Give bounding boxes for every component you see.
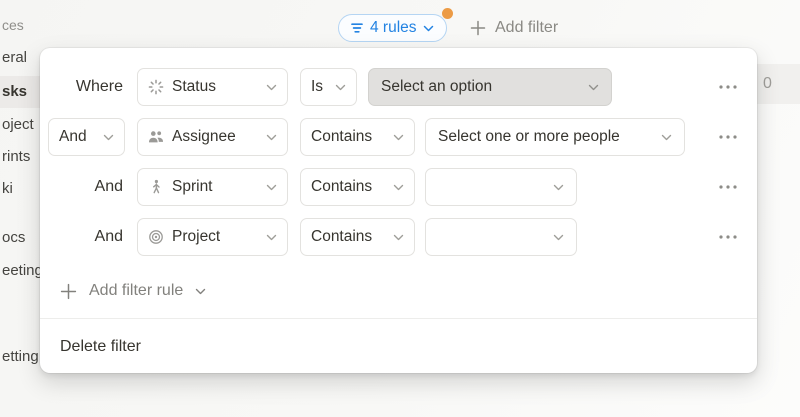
assignee-icon xyxy=(148,129,164,145)
chevron-down-icon xyxy=(195,282,206,300)
property-select[interactable]: Assignee xyxy=(137,118,288,156)
operator-select[interactable]: Contains xyxy=(300,168,415,206)
row-menu-button[interactable] xyxy=(710,218,746,256)
property-label: Status xyxy=(172,78,216,96)
panel-divider xyxy=(40,318,757,319)
plus-icon xyxy=(470,20,486,36)
chevron-down-icon xyxy=(553,228,564,246)
filter-lines-icon xyxy=(350,22,364,34)
rules-button-label: 4 rules xyxy=(370,19,417,37)
sidebar-item[interactable]: oject xyxy=(2,115,34,135)
sidebar-item[interactable]: ces xyxy=(2,15,24,35)
plus-icon xyxy=(60,283,77,300)
ellipsis-icon xyxy=(719,85,737,89)
chevron-down-icon xyxy=(266,128,277,146)
row-menu-button[interactable] xyxy=(710,118,746,156)
ellipsis-icon xyxy=(719,135,737,139)
value-placeholder: Select an option xyxy=(381,78,492,96)
connector-label: And xyxy=(48,218,125,256)
notification-dot xyxy=(442,8,453,19)
add-filter-label: Add filter xyxy=(495,19,558,37)
status-icon xyxy=(148,79,164,95)
filter-panel: Where Status Is Select an option xyxy=(40,48,757,373)
chevron-down-icon xyxy=(266,78,277,96)
delete-filter-button[interactable]: Delete filter xyxy=(40,328,757,366)
operator-select[interactable]: Contains xyxy=(300,218,415,256)
sidebar-item[interactable]: eral xyxy=(2,48,27,68)
property-select[interactable]: Status xyxy=(137,68,288,106)
value-select[interactable]: Select one or more people xyxy=(425,118,685,156)
add-filter-button[interactable]: Add filter xyxy=(470,14,558,42)
chevron-down-icon xyxy=(393,228,404,246)
value-select[interactable]: Select an option xyxy=(368,68,612,106)
property-label: Project xyxy=(172,228,220,246)
chevron-down-icon xyxy=(266,178,277,196)
sidebar-item[interactable]: eeting xyxy=(2,261,43,281)
chevron-down-icon xyxy=(423,25,434,32)
row-menu-button[interactable] xyxy=(710,68,746,106)
sidebar-item[interactable]: etting xyxy=(2,347,39,367)
value-select[interactable] xyxy=(425,218,577,256)
chevron-down-icon xyxy=(103,128,114,146)
sidebar-item-tasks[interactable]: sks xyxy=(2,82,27,102)
filter-row: And Sprint Contains xyxy=(40,168,757,206)
ellipsis-icon xyxy=(719,235,737,239)
value-placeholder: Select one or more people xyxy=(438,128,620,146)
ellipsis-icon xyxy=(719,185,737,189)
add-filter-rule-label: Add filter rule xyxy=(89,282,183,300)
property-label: Sprint xyxy=(172,178,213,196)
connector-label: And xyxy=(59,128,87,146)
filter-row: And Assignee Contains xyxy=(40,118,757,156)
operator-label: Contains xyxy=(311,228,372,246)
chevron-down-icon xyxy=(661,128,672,146)
property-select[interactable]: Project xyxy=(137,218,288,256)
operator-select[interactable]: Is xyxy=(300,68,357,106)
project-icon xyxy=(148,229,164,245)
chevron-down-icon xyxy=(393,178,404,196)
sidebar-item[interactable]: ki xyxy=(2,179,13,199)
property-select[interactable]: Sprint xyxy=(137,168,288,206)
operator-select[interactable]: Contains xyxy=(300,118,415,156)
filter-row: And Project Contains xyxy=(40,218,757,256)
operator-label: Contains xyxy=(311,178,372,196)
app-window: ces eral sks oject rints ki ocs eeting e… xyxy=(0,0,800,417)
chevron-down-icon xyxy=(393,128,404,146)
connector-label: Where xyxy=(48,68,125,106)
chevron-down-icon xyxy=(588,78,599,96)
sprint-icon xyxy=(148,179,164,195)
operator-label: Contains xyxy=(311,128,372,146)
add-filter-rule-button[interactable]: Add filter rule xyxy=(48,276,218,306)
value-select[interactable] xyxy=(425,168,577,206)
chevron-down-icon xyxy=(553,178,564,196)
property-label: Assignee xyxy=(172,128,236,146)
rules-filter-button[interactable]: 4 rules xyxy=(338,14,447,42)
column-count-badge: 0 xyxy=(763,75,772,93)
connector-label: And xyxy=(48,168,125,206)
sidebar-item[interactable]: rints xyxy=(2,147,30,167)
filter-row: Where Status Is Select an option xyxy=(40,68,757,106)
connector-select[interactable]: And xyxy=(48,118,125,156)
operator-label: Is xyxy=(311,78,323,96)
chevron-down-icon xyxy=(335,78,346,96)
sidebar-item[interactable]: ocs xyxy=(2,228,25,248)
row-menu-button[interactable] xyxy=(710,168,746,206)
chevron-down-icon xyxy=(266,228,277,246)
